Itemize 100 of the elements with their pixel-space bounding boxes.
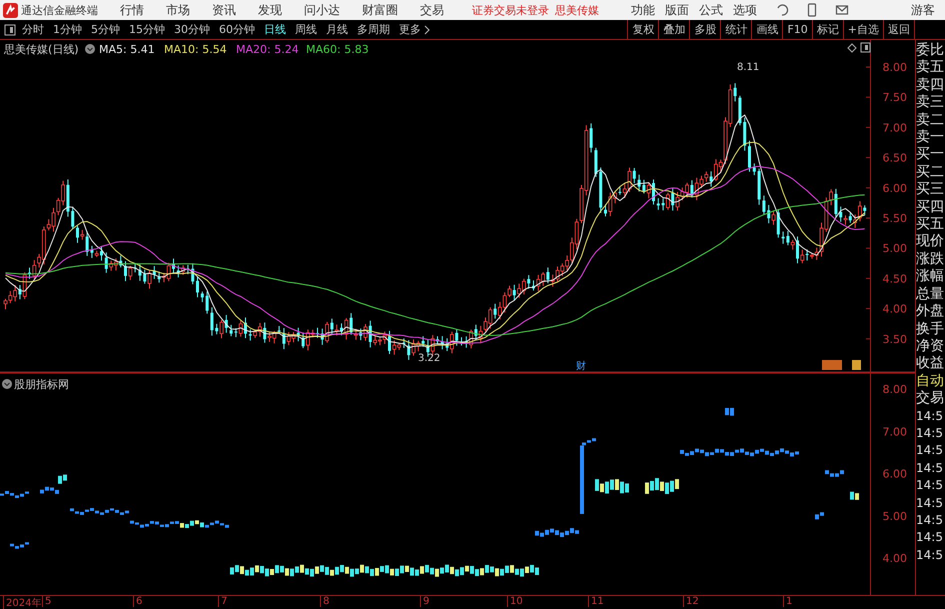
moving-average-label: MA5: 5.41 [99,43,155,56]
menu-item[interactable]: 资讯 [212,2,236,18]
price-axis-label: 6.00 [882,182,907,195]
menu-item[interactable]: 问小达 [304,2,340,18]
menu-item[interactable]: 版面 [665,2,689,18]
quote-field-label: 涨跌 [916,250,945,268]
high-price-label: 8.11 [737,62,760,73]
period-tab[interactable]: 日线 [264,22,286,37]
date-axis-label: 5 [42,596,52,607]
menu-item[interactable]: 市场 [166,2,190,18]
indicator-axis-label: 5.00 [882,510,907,523]
period-tab[interactable]: 60分钟 [219,22,255,37]
menu-item[interactable]: 发现 [258,2,282,18]
date-axis-label: 7 [218,596,228,607]
chevron-right-icon [424,24,430,34]
period-tab[interactable]: 分时 [22,22,44,37]
trade-time: 14:5 [916,546,944,564]
price-axis-label: 3.50 [882,332,907,346]
quote-field-label: 卖一 [916,129,945,146]
quote-field-label: 卖三 [916,94,945,112]
toolbar-button[interactable]: 返回 [883,20,914,40]
app-logo-icon [3,2,18,18]
menu-item[interactable]: 行情 [120,2,144,18]
chart-title: 思美传媒(日线) [4,43,79,56]
date-axis-label: 6 [133,596,142,607]
refresh-icon[interactable] [775,3,789,17]
panel-toggle-icon[interactable] [4,24,16,36]
mode-label[interactable]: 自动 [916,372,945,390]
dropdown-icon[interactable] [85,44,95,54]
period-tab[interactable]: 更多 [399,22,430,37]
quote-field-label: 总量 [916,286,945,304]
toolbar-button[interactable]: 叠加 [658,20,690,40]
quote-field-label: 涨幅 [916,268,945,286]
trade-time: 14:5 [916,529,944,546]
quote-field-label: 买四 [916,198,945,216]
toolbar-button[interactable]: 复权 [627,20,658,40]
event-marker-icon[interactable] [822,360,842,370]
date-axis-label: 9 [420,596,430,607]
app-title: 通达信金融终端 [21,2,98,18]
trade-time: 14:5 [916,512,944,529]
toolbar-button[interactable]: 画线 [751,20,782,40]
diamond-icon[interactable] [847,43,857,53]
mail-icon[interactable] [835,3,849,17]
price-axis-label: 4.50 [882,272,907,286]
price-axis-label: 4.00 [882,302,907,316]
user-label[interactable]: 游客 [911,2,935,18]
menu-item[interactable]: 公式 [699,2,723,18]
menu-item[interactable]: 功能 [631,2,655,18]
period-tab[interactable]: 月线 [326,22,348,37]
menu-item[interactable]: 选项 [733,2,757,18]
toolbar-button[interactable]: 多股 [689,20,720,40]
phone-icon[interactable] [805,3,819,17]
price-axis-label: 5.00 [882,242,907,256]
trade-time: 14:5 [916,460,944,477]
stock-name: 思美传媒 [555,2,599,18]
price-axis-label: 7.50 [882,91,907,104]
price-axis-label: 6.50 [882,152,907,165]
low-price-label: 3.22 [418,353,440,364]
trade-time: 14:5 [916,494,944,512]
toolbar-button[interactable]: 标记 [812,20,843,40]
event-marker[interactable]: 财 [576,361,586,372]
period-tab[interactable]: 30分钟 [174,22,210,37]
date-axis-label: 8 [320,596,330,607]
period-tab[interactable]: 5分钟 [91,22,120,37]
indicator-axis-label: 7.00 [882,425,907,438]
quote-field-label: 买五 [916,216,945,234]
price-axis-label: 5.50 [882,212,907,225]
moving-average-label: MA10: 5.54 [164,43,227,56]
moving-average-label: MA20: 5.24 [236,43,299,56]
period-tab[interactable]: 1分钟 [53,22,82,37]
quote-field-label: 外盘 [916,303,945,320]
quote-field-label: 收益 [916,355,945,373]
quote-field-label: 净资 [916,338,945,356]
trade-time: 14:5 [916,442,944,460]
login-status: 证券交易未登录 [472,2,549,18]
trade-time: 14:5 [916,424,944,442]
trade-label: 交易 [916,390,945,408]
menu-item[interactable]: 交易 [420,2,444,18]
period-tab[interactable]: 多周期 [357,22,390,37]
moving-average-label: MA60: 5.83 [306,43,369,56]
quote-field-label: 买一 [916,146,945,164]
panel-toggle-icon[interactable] [860,42,870,52]
quote-field-label: 卖二 [916,112,945,130]
date-axis-label: 1 [783,596,792,607]
dropdown-icon[interactable] [2,379,12,389]
toolbar-button[interactable]: 统计 [720,20,752,40]
quote-field-label: 委比 [916,42,945,60]
date-axis-label: 12 [683,596,699,607]
menu-item[interactable]: 财富圈 [362,2,398,18]
toolbar-button[interactable]: F10 [782,20,812,40]
date-axis-label: 10 [507,596,523,607]
toolbar-button[interactable]: +自选 [842,20,883,40]
period-tab[interactable]: 周线 [295,22,317,37]
event-marker-icon[interactable] [852,360,861,370]
trade-time: 14:5 [916,477,944,494]
price-axis-label: 7.00 [882,121,907,134]
quote-field-label: 现价 [916,233,945,251]
quote-field-label: 卖四 [916,76,945,94]
period-tab[interactable]: 15分钟 [129,22,165,37]
quote-field-label: 卖五 [916,59,945,77]
